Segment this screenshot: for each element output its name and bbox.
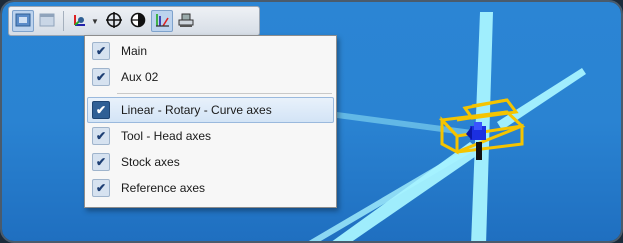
menu-item-label: Main [121,44,148,58]
view-window-icon [15,13,31,30]
half-sphere-button[interactable] [127,10,149,32]
machine-button[interactable] [175,10,197,32]
menu-item-aux-02[interactable]: ✔ Aux 02 [87,64,334,90]
menu-divider [117,93,332,94]
checkbox-checked-icon[interactable]: ✔ [92,179,110,197]
checkbox-checked-icon[interactable]: ✔ [92,101,110,119]
menu-item-label: Aux 02 [121,70,159,84]
menu-item-tool-head-axes[interactable]: ✔ Tool - Head axes [87,123,334,149]
view-panel-icon [39,13,55,30]
axes-visibility-menu: ✔ Main ✔ Aux 02 ✔ Linear - Rotary - Curv… [84,35,337,208]
checkbox-checked-icon[interactable]: ✔ [92,42,110,60]
menu-item-label: Stock axes [121,155,180,169]
chevron-down-icon[interactable]: ▼ [91,17,99,26]
diagonal-axis-upper [497,68,586,130]
menu-item-main[interactable]: ✔ Main [87,38,334,64]
view-toolbar: ▼ [8,6,260,36]
checkbox-checked-icon[interactable]: ✔ [92,127,110,145]
view-panel-button[interactable] [36,10,58,32]
axes-dropdown-button[interactable] [69,10,91,32]
view-window-button[interactable] [12,10,34,32]
axes-dropdown-icon [71,12,89,31]
half-sphere-icon [130,12,146,31]
menu-item-stock-axes[interactable]: ✔ Stock axes [87,149,334,175]
machine-icon [177,12,195,31]
crosshair-icon [105,11,122,31]
toolbar-separator [63,11,64,31]
menu-item-label: Tool - Head axes [121,129,212,143]
app-frame: ▼ ✔ Main ✔ Aux 02 ✔ Linear - Rotary - Cu… [0,0,623,243]
tool-vectors-button[interactable] [150,10,173,32]
tool-vectors-icon [154,12,170,31]
checkbox-checked-icon[interactable]: ✔ [92,153,110,171]
crosshair-button[interactable] [103,10,125,32]
menu-item-label: Reference axes [121,181,206,195]
menu-item-reference-axes[interactable]: ✔ Reference axes [87,175,334,201]
menu-item-label: Linear - Rotary - Curve axes [121,103,272,117]
menu-item-linear-rotary-curve-axes[interactable]: ✔ Linear - Rotary - Curve axes [87,97,334,123]
checkbox-checked-icon[interactable]: ✔ [92,68,110,86]
